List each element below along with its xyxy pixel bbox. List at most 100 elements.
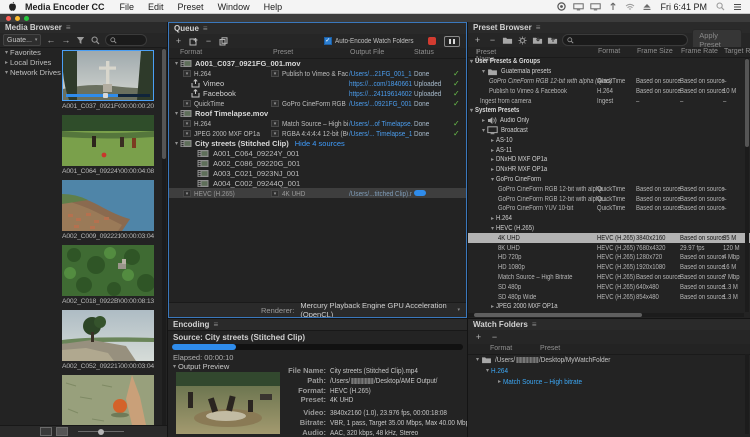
pause-queue-button[interactable]: [444, 36, 460, 47]
preset-row[interactable]: SD 480p WideHEVC (H.265)854x480Based on …: [468, 292, 750, 302]
tree-item-network-drives[interactable]: ▾Network Drives: [0, 67, 60, 77]
chevron-down-icon[interactable]: ▾: [484, 367, 491, 374]
display-icon[interactable]: [589, 2, 602, 12]
notification-center-icon[interactable]: [731, 2, 744, 12]
search-type-icon[interactable]: [90, 35, 101, 46]
tree-item-favorites[interactable]: ▾Favorites: [0, 47, 60, 57]
hide-sources-link[interactable]: Hide 4 sources: [295, 139, 345, 148]
queue-source-row[interactable]: ▾ A001_C037_0921FG_001.mov: [169, 58, 466, 68]
preset-category-row[interactable]: ▸H.264: [468, 214, 750, 224]
menu-edit[interactable]: Edit: [141, 2, 171, 12]
clip-thumbnail-3[interactable]: A002_C009_092221_...00:00:03:04: [62, 180, 154, 240]
panel-menu-icon[interactable]: ≡: [213, 320, 218, 329]
preset-row[interactable]: Ingest from cameraIngest–––: [468, 96, 750, 106]
location-dropdown[interactable]: Guate...▾: [3, 34, 41, 46]
preset-horizontal-scrollbar[interactable]: [468, 313, 744, 317]
preset-category-row[interactable]: ▾HEVC (H.265): [468, 224, 750, 234]
sync-icon[interactable]: [606, 2, 619, 12]
preset-dropdown[interactable]: ▾: [271, 190, 279, 197]
preset-folder-row[interactable]: ▾Guatemala presets: [468, 67, 750, 77]
preset-category-row[interactable]: ▸DNxHR MXF OP1a: [468, 165, 750, 175]
duplicate-button[interactable]: [218, 36, 229, 47]
preset-settings-button[interactable]: [517, 35, 528, 46]
output-preview-header[interactable]: ▾ Output Preview: [171, 362, 229, 371]
preset-category-row[interactable]: ▸Audio Only: [468, 116, 750, 126]
output-file-link[interactable]: /Users/... Timelapse_1.mxf: [349, 129, 412, 138]
close-window-button[interactable]: [6, 16, 11, 21]
output-file-link[interactable]: /Users/...of Timelapse.mp4: [349, 119, 412, 128]
preset-row[interactable]: 8K UHDHEVC (H.265)7680x432029.97 fps120 …: [468, 243, 750, 253]
menu-file[interactable]: File: [113, 2, 142, 12]
preset-row[interactable]: GoPro CineForm RGB 12-bit with alpha (Al…: [468, 77, 750, 87]
queue-subsource-row[interactable]: A002_C086_09220G_001: [169, 158, 466, 168]
remove-watch-folder-button[interactable]: −: [489, 332, 500, 343]
upload-url-link[interactable]: https://...com/184066142: [349, 79, 412, 88]
new-preset-button[interactable]: +: [472, 35, 483, 46]
thumbnail-size-slider[interactable]: [78, 431, 124, 432]
watch-folder-row[interactable]: ▾ /Users//Desktop/MyWatchFolder: [468, 354, 750, 365]
watch-folder-format-row[interactable]: ▾ H.264: [468, 365, 750, 376]
spotlight-icon[interactable]: [714, 2, 727, 12]
back-button[interactable]: ←: [45, 35, 56, 46]
clip-thumbnail-2[interactable]: A001_C064_09224Y_...00:00:04:08: [62, 115, 154, 175]
thumbnail-view-button[interactable]: [56, 427, 68, 436]
format-dropdown[interactable]: ▾: [183, 190, 191, 197]
queue-output-row[interactable]: ▾JPEG 2000 MXF OP1a ▾RGBA 4:4:4:4 12-bit…: [169, 128, 466, 138]
preset-vertical-scrollbar[interactable]: [745, 57, 749, 312]
queue-output-row[interactable]: ▾H.264 ▾Publish to Vimeo & Face... /User…: [169, 68, 466, 78]
preset-group-row[interactable]: ▾User Presets & Groups: [468, 57, 750, 67]
clip-thumbnail-5[interactable]: A002_C052_092217_...00:00:03:04: [62, 310, 154, 370]
preset-dropdown[interactable]: ▾: [271, 70, 279, 77]
queue-source-row[interactable]: ▾ Roof Timelapse.mov: [169, 108, 466, 118]
new-group-button[interactable]: [502, 35, 513, 46]
preset-dropdown[interactable]: ▾: [271, 130, 279, 137]
renderer-dropdown[interactable]: Mercury Playback Engine GPU Acceleration…: [300, 301, 457, 318]
clip-thumbnail-4[interactable]: A002_C018_0922BW_...00:00:08:13: [62, 245, 154, 305]
output-file-link[interactable]: /Users/...21FG_001_1.mp4: [349, 69, 412, 78]
panel-menu-icon[interactable]: ≡: [532, 320, 537, 329]
format-dropdown[interactable]: ▾: [183, 100, 191, 107]
queue-output-row[interactable]: ▾QuickTime ▾GoPro CineForm RGB 12... /Us…: [169, 98, 466, 108]
forward-button[interactable]: →: [60, 35, 71, 46]
mirroring-icon[interactable]: [572, 2, 585, 12]
preset-row[interactable]: GoPro CineForm YUV 10-bitQuickTimeBased …: [468, 204, 750, 214]
filter-icon[interactable]: [75, 35, 86, 46]
clip-thumbnail-6[interactable]: [62, 375, 154, 428]
preset-search-input[interactable]: [562, 34, 688, 46]
preset-row[interactable]: SD 480pHEVC (H.265)640x480Based on sourc…: [468, 282, 750, 292]
zoom-window-button[interactable]: [24, 16, 29, 21]
delete-preset-button[interactable]: −: [487, 35, 498, 46]
menu-help[interactable]: Help: [257, 2, 290, 12]
watch-folder-preset-row[interactable]: ▸ Match Source – High bitrate: [468, 376, 750, 387]
preset-row-selected[interactable]: 4K UHDHEVC (H.265)3840x2160Based on sour…: [468, 233, 750, 243]
add-source-button[interactable]: +: [173, 36, 184, 47]
output-file-link[interactable]: /Users/...0921FG_001.mov: [349, 99, 412, 108]
add-output-button[interactable]: [188, 36, 199, 47]
panel-menu-icon[interactable]: ≡: [203, 24, 208, 33]
tab-encoding[interactable]: Encoding ≡: [168, 319, 467, 331]
preset-row[interactable]: HD 720pHEVC (H.265)1280x720Based on sour…: [468, 253, 750, 263]
queue-subsource-row[interactable]: A001_C064_09224Y_001: [169, 148, 466, 158]
menu-app-name[interactable]: Media Encoder CC: [21, 2, 113, 12]
format-dropdown[interactable]: ▾: [183, 130, 191, 137]
queue-subsource-row[interactable]: A003_C021_0923NJ_001: [169, 168, 466, 178]
queue-output-row[interactable]: ▾H.264 ▾Match Source – High bitr... /Use…: [169, 118, 466, 128]
screen-record-icon[interactable]: [555, 2, 568, 12]
preset-category-row[interactable]: ▸AS-11: [468, 145, 750, 155]
preset-row[interactable]: GoPro CineForm RGB 12-bit with alpha...Q…: [468, 194, 750, 204]
export-preset-button[interactable]: [547, 35, 558, 46]
watch-folders-scrollbar[interactable]: [745, 354, 749, 434]
import-preset-button[interactable]: [532, 35, 543, 46]
preset-category-row[interactable]: ▸DNxHD MXF OP1a: [468, 155, 750, 165]
queue-upload-row[interactable]: Vimeo https://...com/184066142 Uploaded …: [169, 78, 466, 88]
menu-bar-clock[interactable]: Fri 6:41 PM: [655, 2, 712, 12]
clip-thumbnail-1[interactable]: A001_C037_0921FG_...00:00:00:20: [62, 50, 154, 110]
queue-subsource-row[interactable]: A004_C002_09244Q_001: [169, 178, 466, 188]
add-watch-folder-button[interactable]: +: [473, 332, 484, 343]
preset-category-row[interactable]: ▾Broadcast: [468, 126, 750, 136]
window-title-bar[interactable]: [0, 14, 750, 22]
preset-category-row[interactable]: ▾GoPro CineForm: [468, 175, 750, 185]
preset-group-row[interactable]: ▾System Presets: [468, 106, 750, 116]
queue-upload-row[interactable]: Facebook https://...24119614602283 Uploa…: [169, 88, 466, 98]
menu-preset[interactable]: Preset: [171, 2, 211, 12]
